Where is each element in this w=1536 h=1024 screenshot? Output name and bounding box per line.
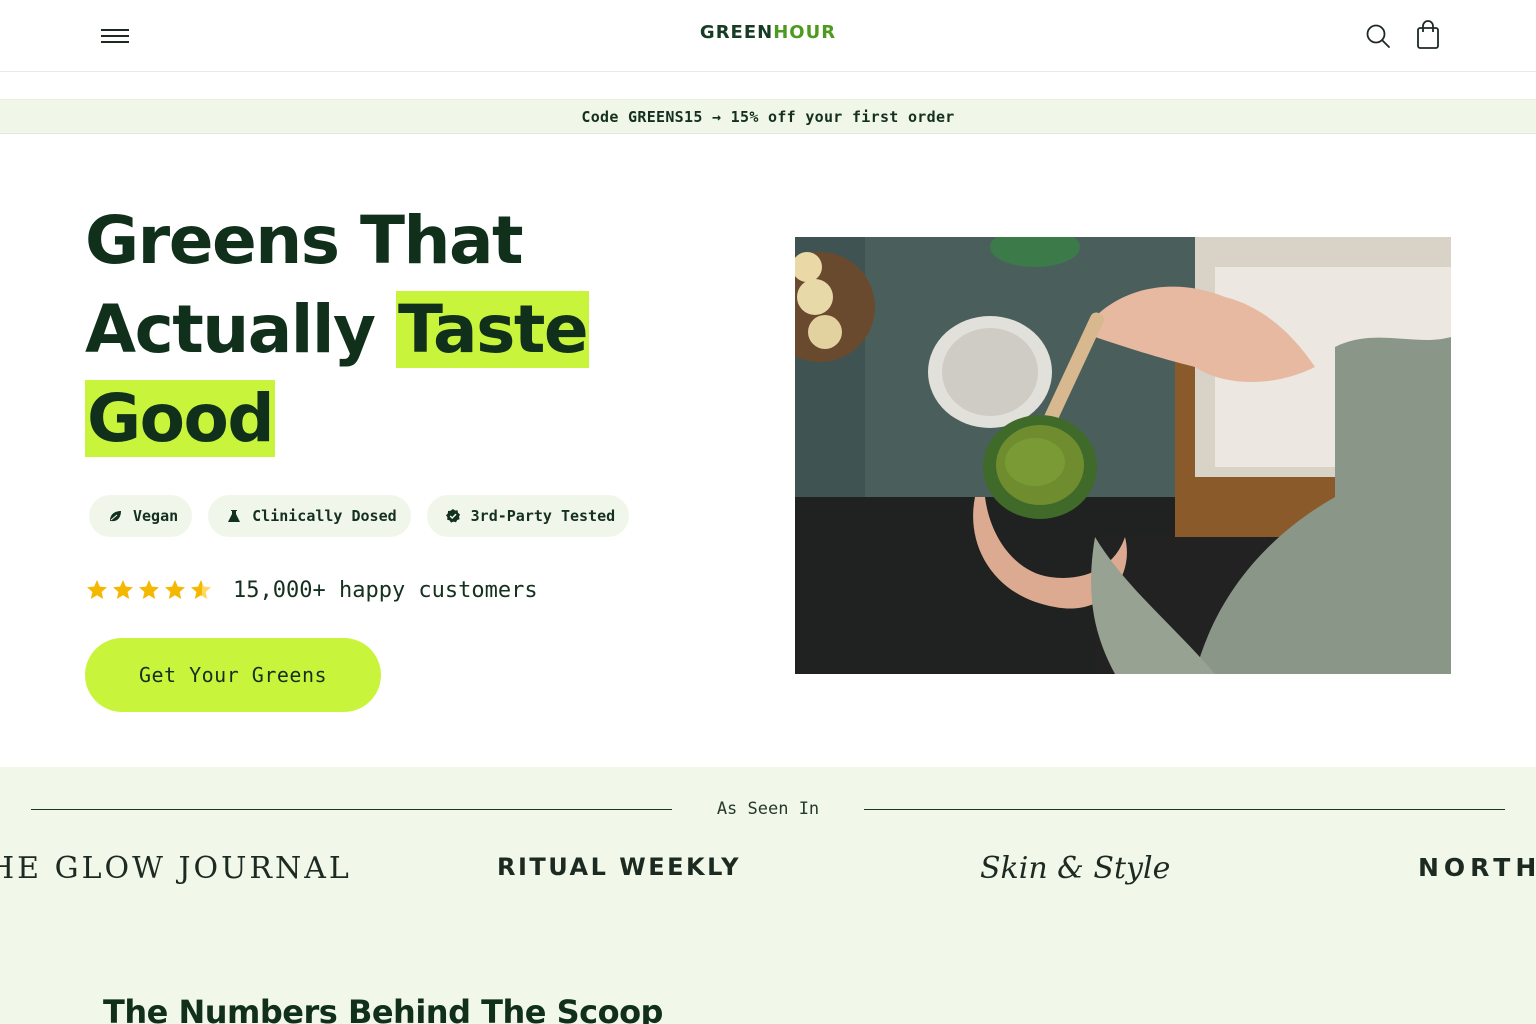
numbers-section-title: The Numbers Behind The Scoop <box>103 993 663 1024</box>
star-icon <box>113 580 133 599</box>
badge-label: Clinically Dosed <box>252 507 397 525</box>
verified-badge-icon <box>445 509 460 523</box>
feature-badges: Vegan Clinically Dosed 3rd-Party Tested <box>89 495 630 537</box>
press-divider-right <box>864 809 1505 810</box>
hero-product-photo <box>795 237 1451 674</box>
flask-icon <box>228 510 241 522</box>
get-your-greens-button[interactable]: Get Your Greens <box>85 638 381 712</box>
badge-clinically-dosed: Clinically Dosed <box>208 495 411 537</box>
search-icon[interactable] <box>1364 22 1392 50</box>
star-icon <box>87 580 107 599</box>
press-logo-skin-and-style: Skin & Style <box>980 851 1171 886</box>
leaf-icon <box>110 511 121 522</box>
badge-label: Vegan <box>133 507 179 525</box>
promo-text: Code GREENS15 → 15% off your first order <box>581 108 955 126</box>
promo-banner: Code GREENS15 → 15% off your first order <box>0 99 1536 134</box>
shopping-bag-icon[interactable] <box>1414 20 1442 50</box>
logo-part-1: GREEN <box>699 22 774 43</box>
hero-title: Greens That Actually Taste Good <box>85 196 705 463</box>
customer-rating: 15,000+ happy customers <box>85 572 538 608</box>
hero-title-line-1: Greens That <box>85 202 524 279</box>
rating-text: 15,000+ happy customers <box>233 577 538 603</box>
hero-title-line-2-plain: Actually <box>85 291 397 368</box>
badge-vegan: Vegan <box>89 495 193 537</box>
hero-title-line-3: Good <box>85 374 705 463</box>
site-header: GREENHOUR <box>0 0 1536 72</box>
press-section: As Seen In HE GLOW JOURNAL RITUAL WEEKLY… <box>0 767 1536 1024</box>
hero-title-highlight-good: Good <box>85 380 276 457</box>
star-icon <box>165 580 185 599</box>
press-logo-north: NORTH <box>1418 853 1536 882</box>
press-logo-ritual-weekly: RITUAL WEEKLY <box>497 853 742 881</box>
logo-part-2: HOUR <box>773 22 837 43</box>
hero-title-highlight-taste: Taste <box>396 291 590 368</box>
star-half-icon <box>191 580 211 599</box>
star-icon <box>139 580 159 599</box>
badge-third-party-tested: 3rd-Party Tested <box>426 495 630 537</box>
badge-label: 3rd-Party Tested <box>470 507 616 525</box>
hero-title-line-2: Actually Taste <box>85 285 705 374</box>
star-rating <box>85 578 213 602</box>
site-logo[interactable]: GREENHOUR <box>0 22 1536 43</box>
press-logo-glow-journal: HE GLOW JOURNAL <box>0 851 352 886</box>
